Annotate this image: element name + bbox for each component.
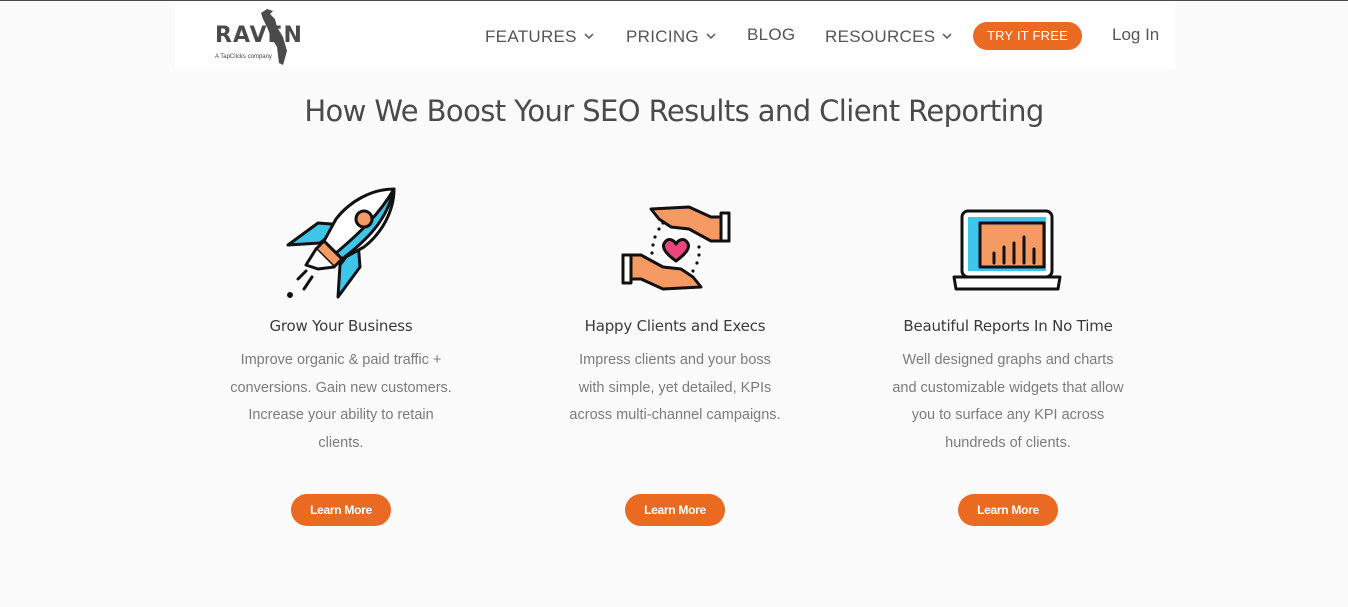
desc-line: Increase your ability to retain [248, 407, 434, 423]
login-link[interactable]: Log In [1112, 25, 1159, 45]
feature-description: Well designed graphs and charts and cust… [858, 347, 1158, 457]
desc-line: Well designed graphs and charts [902, 352, 1114, 368]
nav-features-label: FEATURES [485, 27, 577, 46]
desc-line: Impress clients and your boss [579, 352, 771, 368]
desc-line: Improve organic & paid traffic + [240, 352, 442, 368]
nav-blog-label: BLOG [747, 25, 796, 44]
nav-blog[interactable]: BLOG [747, 25, 795, 45]
feature-grow-business: Grow Your Business Improve organic & pai… [191, 185, 491, 457]
rocket-icon [286, 187, 396, 299]
nav-resources[interactable]: RESOURCES [825, 25, 952, 47]
desc-line: with simple, yet detailed, KPIs [578, 379, 772, 396]
feature-happy-clients: Happy Clients and Execs Impress clients … [525, 185, 825, 430]
try-it-free-button[interactable]: TRY IT FREE [973, 22, 1082, 50]
feature-description: Impress clients and your boss with simpl… [525, 347, 825, 430]
feature-title: Happy Clients and Execs [584, 317, 766, 335]
page-headline: How We Boost Your SEO Results and Client… [304, 94, 1044, 128]
nav-pricing-label: PRICING [626, 27, 699, 46]
feature-title: Grow Your Business [269, 317, 413, 335]
desc-line: clients. [318, 434, 364, 451]
logo-tagline: A TapClicks company [215, 54, 272, 60]
chevron-down-icon [942, 25, 952, 45]
desc-line: you to surface any KPI across [911, 407, 1105, 423]
nav-pricing[interactable]: PRICING [626, 25, 716, 47]
nav-resources-label: RESOURCES [825, 27, 936, 46]
chevron-down-icon [706, 25, 716, 45]
feature-title: Beautiful Reports In No Time [903, 317, 1113, 335]
feature-description: Improve organic & paid traffic + convers… [191, 347, 491, 457]
desc-line: and customizable widgets that allow [892, 379, 1124, 396]
nav-features[interactable]: FEATURES [485, 25, 594, 47]
desc-line: hundreds of clients. [945, 434, 1071, 451]
feature-icon-wrap [858, 185, 1158, 305]
learn-more-button[interactable]: Learn More [291, 494, 391, 526]
feature-icon-wrap [525, 185, 825, 305]
learn-more-button[interactable]: Learn More [958, 494, 1058, 526]
site-header: RAVEN A TapClicks company FEATURES PRICI… [175, 1, 1175, 69]
feature-beautiful-reports: Beautiful Reports In No Time Well design… [858, 185, 1158, 457]
hands-heart-icon [621, 205, 731, 291]
feature-icon-wrap [191, 185, 491, 305]
laptop-chart-icon [952, 209, 1062, 291]
learn-more-button[interactable]: Learn More [625, 494, 725, 526]
raven-logo[interactable]: RAVEN A TapClicks company [215, 7, 302, 69]
chevron-down-icon [584, 25, 594, 45]
desc-line: across multi-channel campaigns. [569, 407, 781, 423]
desc-line: conversions. Gain new customers. [230, 379, 452, 396]
